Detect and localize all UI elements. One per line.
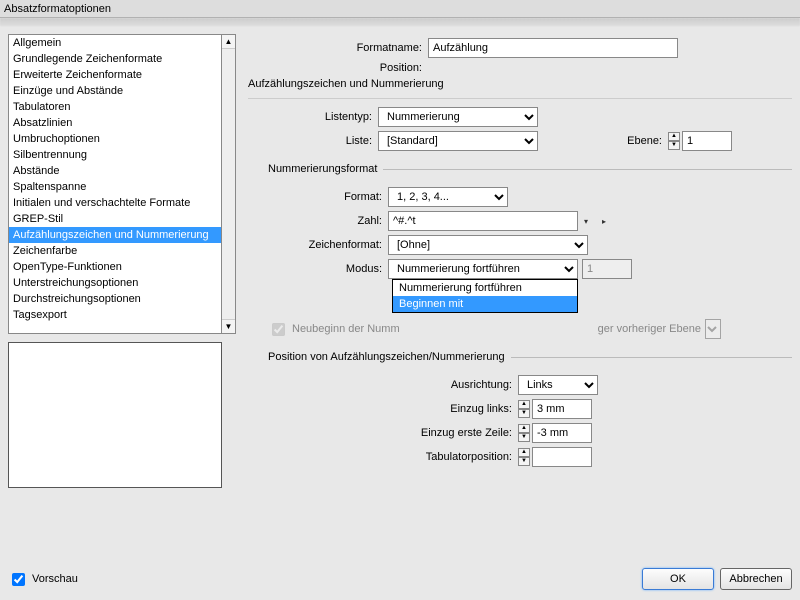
modus-option[interactable]: Nummerierung fortführen (393, 280, 577, 296)
zahl-insert-icon[interactable]: ▸ (602, 217, 606, 226)
sidebar-item[interactable]: Absatzlinien (9, 115, 221, 131)
zeichenformat-select[interactable]: [Ohne] (388, 235, 588, 255)
einzug-erste-spinner[interactable]: ▲▼ (518, 423, 592, 443)
modus-dropdown-open[interactable]: Nummerierung fortführenBeginnen mit (392, 279, 578, 313)
category-list[interactable]: AllgemeinGrundlegende ZeichenformateErwe… (8, 34, 222, 334)
window-title: Absatzformatoptionen (4, 3, 111, 15)
einzug-erste-label: Einzug erste Zeile: (268, 427, 518, 439)
neubeginn-checkbox (272, 323, 285, 336)
spin-up-icon[interactable]: ▲ (668, 132, 680, 141)
sidebar-item[interactable]: Tagsexport (9, 307, 221, 323)
sidebar-item[interactable]: Allgemein (9, 35, 221, 51)
tabulator-input[interactable] (532, 447, 592, 467)
modus-label: Modus: (268, 263, 388, 275)
tabulator-label: Tabulatorposition: (268, 451, 518, 463)
modus-select[interactable]: Nummerierung fortführen (388, 259, 578, 279)
vorschau-checkbox[interactable] (12, 573, 25, 586)
scroll-down-icon[interactable]: ▼ (222, 319, 235, 333)
sidebar-item[interactable]: OpenType-Funktionen (9, 259, 221, 275)
einzug-links-spinner[interactable]: ▲▼ (518, 399, 592, 419)
sidebar-item[interactable]: Zeichenfarbe (9, 243, 221, 259)
neubeginn-label-right: ger vorheriger Ebene (598, 323, 701, 335)
sidebar-item[interactable]: Aufzählungszeichen und Nummerierung (9, 227, 221, 243)
listentyp-label: Listentyp: (268, 111, 378, 123)
scrollbar[interactable]: ▲ ▼ (222, 34, 236, 334)
spin-down-icon[interactable]: ▼ (668, 141, 680, 150)
position-legend: Position von Aufzählungszeichen/Nummerie… (268, 351, 511, 363)
ebene-spinner[interactable]: ▲▼ (668, 131, 732, 151)
sidebar-item[interactable]: GREP-Stil (9, 211, 221, 227)
zeichenformat-label: Zeichenformat: (268, 239, 388, 251)
sidebar-item[interactable]: Durchstreichungsoptionen (9, 291, 221, 307)
sidebar-item[interactable]: Umbruchoptionen (9, 131, 221, 147)
listentyp-select[interactable]: Nummerierung (378, 107, 538, 127)
neubeginn-label-left: Neubeginn der Numm (292, 323, 400, 335)
ausrichtung-label: Ausrichtung: (268, 379, 518, 391)
sidebar-item[interactable]: Einzüge und Abstände (9, 83, 221, 99)
format-label: Format: (268, 191, 388, 203)
nummerierungsformat-legend: Nummerierungsformat (268, 163, 383, 175)
einzug-erste-input[interactable] (532, 423, 592, 443)
toolbar-blur (0, 18, 800, 26)
sidebar-item[interactable]: Silbentrennung (9, 147, 221, 163)
format-select[interactable]: 1, 2, 3, 4... (388, 187, 508, 207)
vorschau-row[interactable]: Vorschau (8, 570, 78, 589)
cancel-button[interactable]: Abbrechen (720, 568, 792, 590)
einzug-links-label: Einzug links: (268, 403, 518, 415)
ebene-input[interactable] (682, 131, 732, 151)
position-label: Position: (248, 62, 428, 74)
zahl-menu-icon[interactable]: ▾ (584, 217, 588, 226)
liste-select[interactable]: [Standard] (378, 131, 538, 151)
sidebar-item[interactable]: Tabulatoren (9, 99, 221, 115)
ebene-label: Ebene: (538, 135, 668, 147)
section-title: Aufzählungszeichen und Nummerierung (248, 78, 792, 90)
liste-label: Liste: (268, 135, 378, 147)
formatname-input[interactable] (428, 38, 678, 58)
zahl-input[interactable] (388, 211, 578, 231)
sidebar-item[interactable]: Abstände (9, 163, 221, 179)
zahl-label: Zahl: (268, 215, 388, 227)
modus-option[interactable]: Beginnen mit (393, 296, 577, 312)
tabulator-spinner[interactable]: ▲▼ (518, 447, 592, 467)
preview-box (8, 342, 222, 488)
formatname-label: Formatname: (248, 42, 428, 54)
vorschau-label: Vorschau (32, 573, 78, 585)
sidebar-item[interactable]: Initialen und verschachtelte Formate (9, 195, 221, 211)
window-titlebar: Absatzformatoptionen (0, 0, 800, 18)
ok-button[interactable]: OK (642, 568, 714, 590)
scroll-up-icon[interactable]: ▲ (222, 35, 235, 49)
sidebar-item[interactable]: Erweiterte Zeichenformate (9, 67, 221, 83)
einzug-links-input[interactable] (532, 399, 592, 419)
sidebar-item[interactable]: Spaltenspanne (9, 179, 221, 195)
neubeginn-select (705, 319, 721, 339)
sidebar-item[interactable]: Unterstreichungsoptionen (9, 275, 221, 291)
ausrichtung-select[interactable]: Links (518, 375, 598, 395)
sidebar-item[interactable]: Grundlegende Zeichenformate (9, 51, 221, 67)
modus-number-input (582, 259, 632, 279)
